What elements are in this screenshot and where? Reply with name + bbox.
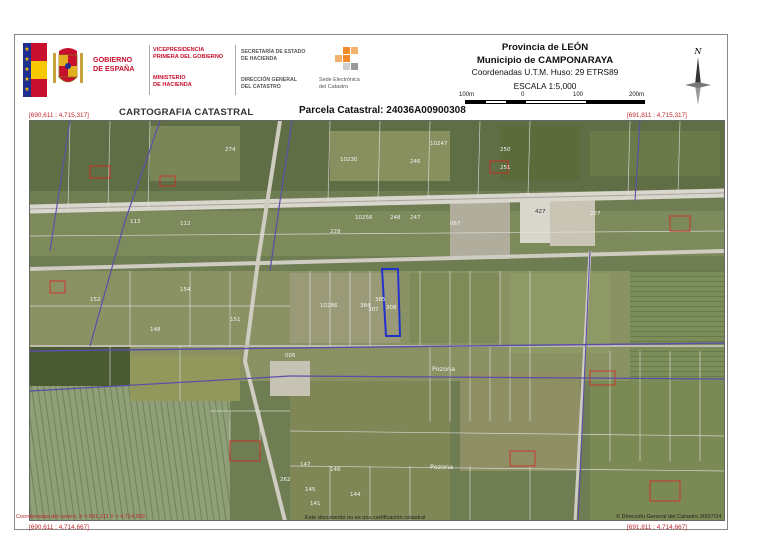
secretaria-label: SECRETARÍA DE ESTADO DE HACIENDA <box>241 49 306 62</box>
map-canvas: 274 10230 246 10247 250 251 248 247 427 … <box>30 121 724 520</box>
parcel-label: 262 <box>280 477 291 483</box>
parcel-label: 141 <box>310 501 321 507</box>
corner-bottom-left: [690,611 ; 4,714,667] <box>29 524 89 531</box>
header: ★ ★ ★ ★ ★ GOBIERNO DE ESPAÑA VICEPRESIDENCIA… <box>15 35 729 119</box>
coat-of-arms-icon <box>53 48 83 83</box>
disclaimer: Este documento no es una certificación c… <box>305 515 426 521</box>
parcel-label: 10256 <box>355 215 373 221</box>
parcel-label: 10286 <box>320 303 338 309</box>
aerial-map[interactable]: 274 10230 246 10247 250 251 248 247 427 … <box>29 120 725 521</box>
parcel-label: 250 <box>500 147 511 153</box>
corner-top-right: [691,811 ; 4,715,317] <box>627 112 687 119</box>
gobierno-label: GOBIERNO DE ESPAÑA <box>93 55 135 73</box>
parcel-label: 229 <box>330 229 341 235</box>
parcel-label: 144 <box>350 492 361 498</box>
sede-electronica-icon <box>335 47 358 70</box>
ministerio-label: MINISTERIO DE HACIENDA <box>153 75 192 88</box>
parcel-label: 10247 <box>430 141 448 147</box>
parcela-title: Parcela Catastral: 24036A00900308 <box>299 105 466 116</box>
parcel-label: 113 <box>130 219 141 225</box>
scale-bar <box>465 100 645 104</box>
parcel-label: 246 <box>410 159 421 165</box>
parcel-label: 427 <box>535 209 546 215</box>
parcel-label: 307 <box>368 307 379 313</box>
parcel-label: 247 <box>410 215 421 221</box>
parcel-label: 112 <box>180 221 191 227</box>
direccion-label: DIRECCIÓN GENERAL DEL CATASTRO <box>241 77 297 90</box>
provincia-title: Provincia de LEÓN Municipio de CAMPONARA… <box>476 42 614 66</box>
parcel-label: 227 <box>590 211 601 217</box>
parcel-label: 154 <box>180 287 191 293</box>
parcel-label: 148 <box>150 327 161 333</box>
center-coordinates: Coordenadas del centro: X = 691,211 Y = … <box>16 514 146 520</box>
parcel-label: 146 <box>330 467 341 473</box>
parcel-label: 067 <box>450 221 461 227</box>
sede-electronica-label: Sede Electrónica del Catastro <box>319 77 360 90</box>
scale-text: ESCALA 1:5,000 <box>513 81 577 91</box>
parcel-label: 151 <box>230 317 241 323</box>
parcel-label: 10230 <box>340 157 358 163</box>
parcel-label: 248 <box>390 215 401 221</box>
north-label: N <box>694 47 703 56</box>
vicepresidencia-label: VICEPRESIDENCIA PRIMERA DEL GOBIERNO <box>153 47 224 60</box>
corner-top-left: [690,611 ; 4,715,317] <box>29 112 89 119</box>
parcel-label: 251 <box>500 165 511 171</box>
corner-bottom-right: [691,811 ; 4,714,667] <box>627 524 687 531</box>
cadastral-sheet: ★ ★ ★ ★ ★ GOBIERNO DE ESPAÑA VICEPRESIDENCIA… <box>14 34 729 531</box>
place-label: Pozona <box>432 365 455 373</box>
coordinate-system: Coordenadas U.T.M. Huso: 29 ETRS89 <box>471 67 619 77</box>
parcel-label: 147 <box>300 462 311 468</box>
parcel-label: 274 <box>225 147 236 153</box>
spain-flag-icon: ★ ★ ★ ★ ★ <box>23 43 47 97</box>
place-label: Pozona <box>430 463 453 471</box>
parcel-label: 152 <box>90 297 101 303</box>
parcel-label: 385 <box>375 297 386 303</box>
parcel-label: 005 <box>285 353 296 359</box>
cartografia-title: CARTOGRAFIA CATASTRAL <box>119 107 254 118</box>
north-arrow-icon: N <box>685 47 711 105</box>
parcel-label: 308 <box>386 305 397 311</box>
copyright: © Dirección General del Catastro 30/07/2… <box>616 514 722 520</box>
parcel-label: 145 <box>305 487 316 493</box>
